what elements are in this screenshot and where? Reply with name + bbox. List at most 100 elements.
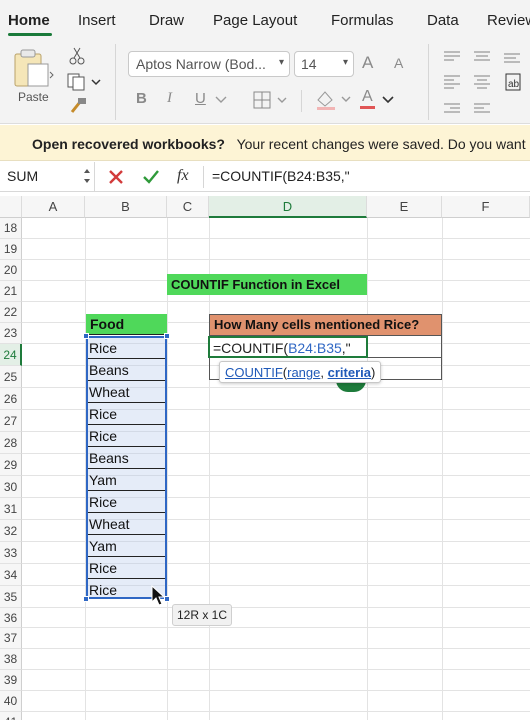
grow-font-button[interactable]: A — [362, 53, 373, 73]
gridline — [22, 690, 530, 691]
gridline — [367, 218, 368, 720]
font-color-button[interactable]: A — [360, 88, 375, 109]
chevron-down-icon: ▾ — [278, 57, 284, 68]
row-header[interactable]: 36 — [0, 608, 22, 628]
row-header[interactable]: 34 — [0, 564, 22, 586]
stepper-icon[interactable] — [83, 166, 91, 186]
paste-label[interactable]: Paste — [18, 90, 49, 104]
food-cell[interactable]: Wheat — [88, 381, 165, 403]
tab-insert[interactable]: Insert — [78, 12, 116, 29]
food-cell[interactable]: Rice — [88, 337, 165, 359]
chevron-down-icon[interactable] — [214, 94, 228, 106]
food-cell[interactable]: Rice — [88, 557, 165, 579]
function-tooltip[interactable]: COUNTIF(range, criteria) — [219, 361, 381, 383]
food-header-cell[interactable]: Food — [86, 314, 167, 335]
formula-bar: SUM fx =COUNTIF(B24:B35," — [0, 162, 530, 192]
food-cell[interactable]: Rice — [88, 425, 165, 447]
tab-formulas[interactable]: Formulas — [331, 12, 394, 29]
gridline — [22, 627, 530, 628]
font-size-dropdown[interactable]: 14 ▾ — [294, 51, 354, 77]
food-cell[interactable]: Beans — [88, 359, 165, 381]
row-header[interactable]: 18 — [0, 218, 22, 239]
row-header[interactable]: 22 — [0, 302, 22, 323]
row-header[interactable]: 29 — [0, 454, 22, 476]
borders-icon[interactable] — [252, 90, 292, 110]
chevron-down-icon[interactable] — [381, 94, 395, 106]
column-header-b[interactable]: B — [85, 196, 167, 218]
selection-handle[interactable] — [164, 333, 170, 339]
tooltip-separator: , — [320, 365, 328, 380]
row-header[interactable]: 31 — [0, 498, 22, 520]
food-cell[interactable]: Yam — [88, 469, 165, 491]
answer-cell-border — [367, 336, 442, 358]
italic-button[interactable]: I — [167, 90, 172, 107]
selection-handle[interactable] — [83, 333, 89, 339]
insert-function-button[interactable]: fx — [177, 167, 189, 185]
name-box[interactable]: SUM — [0, 162, 95, 191]
row-header[interactable]: 25 — [0, 366, 22, 388]
column-header-c[interactable]: C — [167, 196, 209, 218]
row-header[interactable]: 39 — [0, 670, 22, 691]
row-header[interactable]: 20 — [0, 260, 22, 281]
column-header-e[interactable]: E — [367, 196, 442, 218]
shrink-font-button[interactable]: A — [394, 55, 403, 71]
row-header[interactable]: 40 — [0, 691, 22, 712]
question-cell[interactable]: How Many cells mentioned Rice? — [209, 314, 442, 336]
cancel-icon[interactable] — [108, 169, 124, 185]
row-header[interactable]: 35 — [0, 586, 22, 608]
gridline — [22, 711, 530, 712]
selection-size-badge: 12R x 1C — [172, 604, 232, 626]
tab-home[interactable]: Home — [8, 12, 50, 29]
row-header-active[interactable]: 24 — [0, 344, 22, 366]
row-header[interactable]: 33 — [0, 542, 22, 564]
font-name-dropdown[interactable]: Aptos Narrow (Bod... ▾ — [128, 51, 290, 77]
row-header[interactable]: 27 — [0, 410, 22, 432]
row-header[interactable]: 32 — [0, 520, 22, 542]
gridline — [22, 607, 530, 608]
column-header-a[interactable]: A — [22, 196, 85, 218]
food-cell[interactable]: Rice — [88, 403, 165, 425]
row-header[interactable]: 30 — [0, 476, 22, 498]
column-header-f[interactable]: F — [442, 196, 530, 218]
tooltip-arg-range[interactable]: range — [287, 365, 320, 380]
tab-review[interactable]: Review — [487, 12, 530, 29]
column-header-d[interactable]: D — [209, 196, 367, 218]
select-all-corner[interactable] — [0, 196, 22, 218]
copy-icon[interactable] — [66, 72, 102, 92]
row-header[interactable]: 38 — [0, 649, 22, 670]
row-header[interactable]: 23 — [0, 323, 22, 344]
food-cell[interactable]: Rice — [88, 491, 165, 513]
row-header[interactable]: 26 — [0, 388, 22, 410]
scissors-icon[interactable] — [68, 46, 86, 66]
tooltip-close-paren: ) — [370, 365, 376, 380]
gridline — [22, 259, 530, 260]
food-cell[interactable]: Wheat — [88, 513, 165, 535]
row-header[interactable]: 21 — [0, 281, 22, 302]
formula-input[interactable]: =COUNTIF(B24:B35," — [212, 168, 350, 184]
underline-button[interactable]: U — [195, 90, 206, 107]
tab-page-layout[interactable]: Page Layout — [213, 12, 297, 29]
row-header[interactable]: 41 — [0, 712, 22, 720]
format-painter-icon[interactable] — [68, 96, 88, 116]
food-cell[interactable]: Yam — [88, 535, 165, 557]
sheet-title-cell[interactable]: COUNTIF Function in Excel — [167, 274, 367, 295]
selection-handle[interactable] — [83, 596, 89, 602]
enter-check-icon[interactable] — [142, 169, 160, 185]
row-header[interactable]: 28 — [0, 432, 22, 454]
font-size-value: 14 — [301, 56, 317, 72]
clipboard-icon[interactable] — [12, 48, 54, 88]
fill-color-icon[interactable] — [314, 88, 356, 112]
tooltip-function-name[interactable]: COUNTIF — [225, 365, 283, 380]
tab-data[interactable]: Data — [427, 12, 459, 29]
food-cell[interactable]: Beans — [88, 447, 165, 469]
tooltip-arg-criteria[interactable]: criteria — [328, 365, 371, 380]
alignment-icons[interactable]: ab — [440, 48, 530, 120]
bold-button[interactable]: B — [136, 90, 147, 107]
ribbon-divider — [428, 44, 429, 120]
ribbon-tab-bar: Home Insert Draw Page Layout Formulas Da… — [0, 0, 530, 38]
row-header[interactable]: 19 — [0, 239, 22, 260]
active-edit-cell-d24[interactable]: =COUNTIF(B24:B35," — [208, 336, 368, 358]
row-header[interactable]: 37 — [0, 628, 22, 649]
tab-draw[interactable]: Draw — [149, 12, 184, 29]
gridline — [22, 648, 530, 649]
